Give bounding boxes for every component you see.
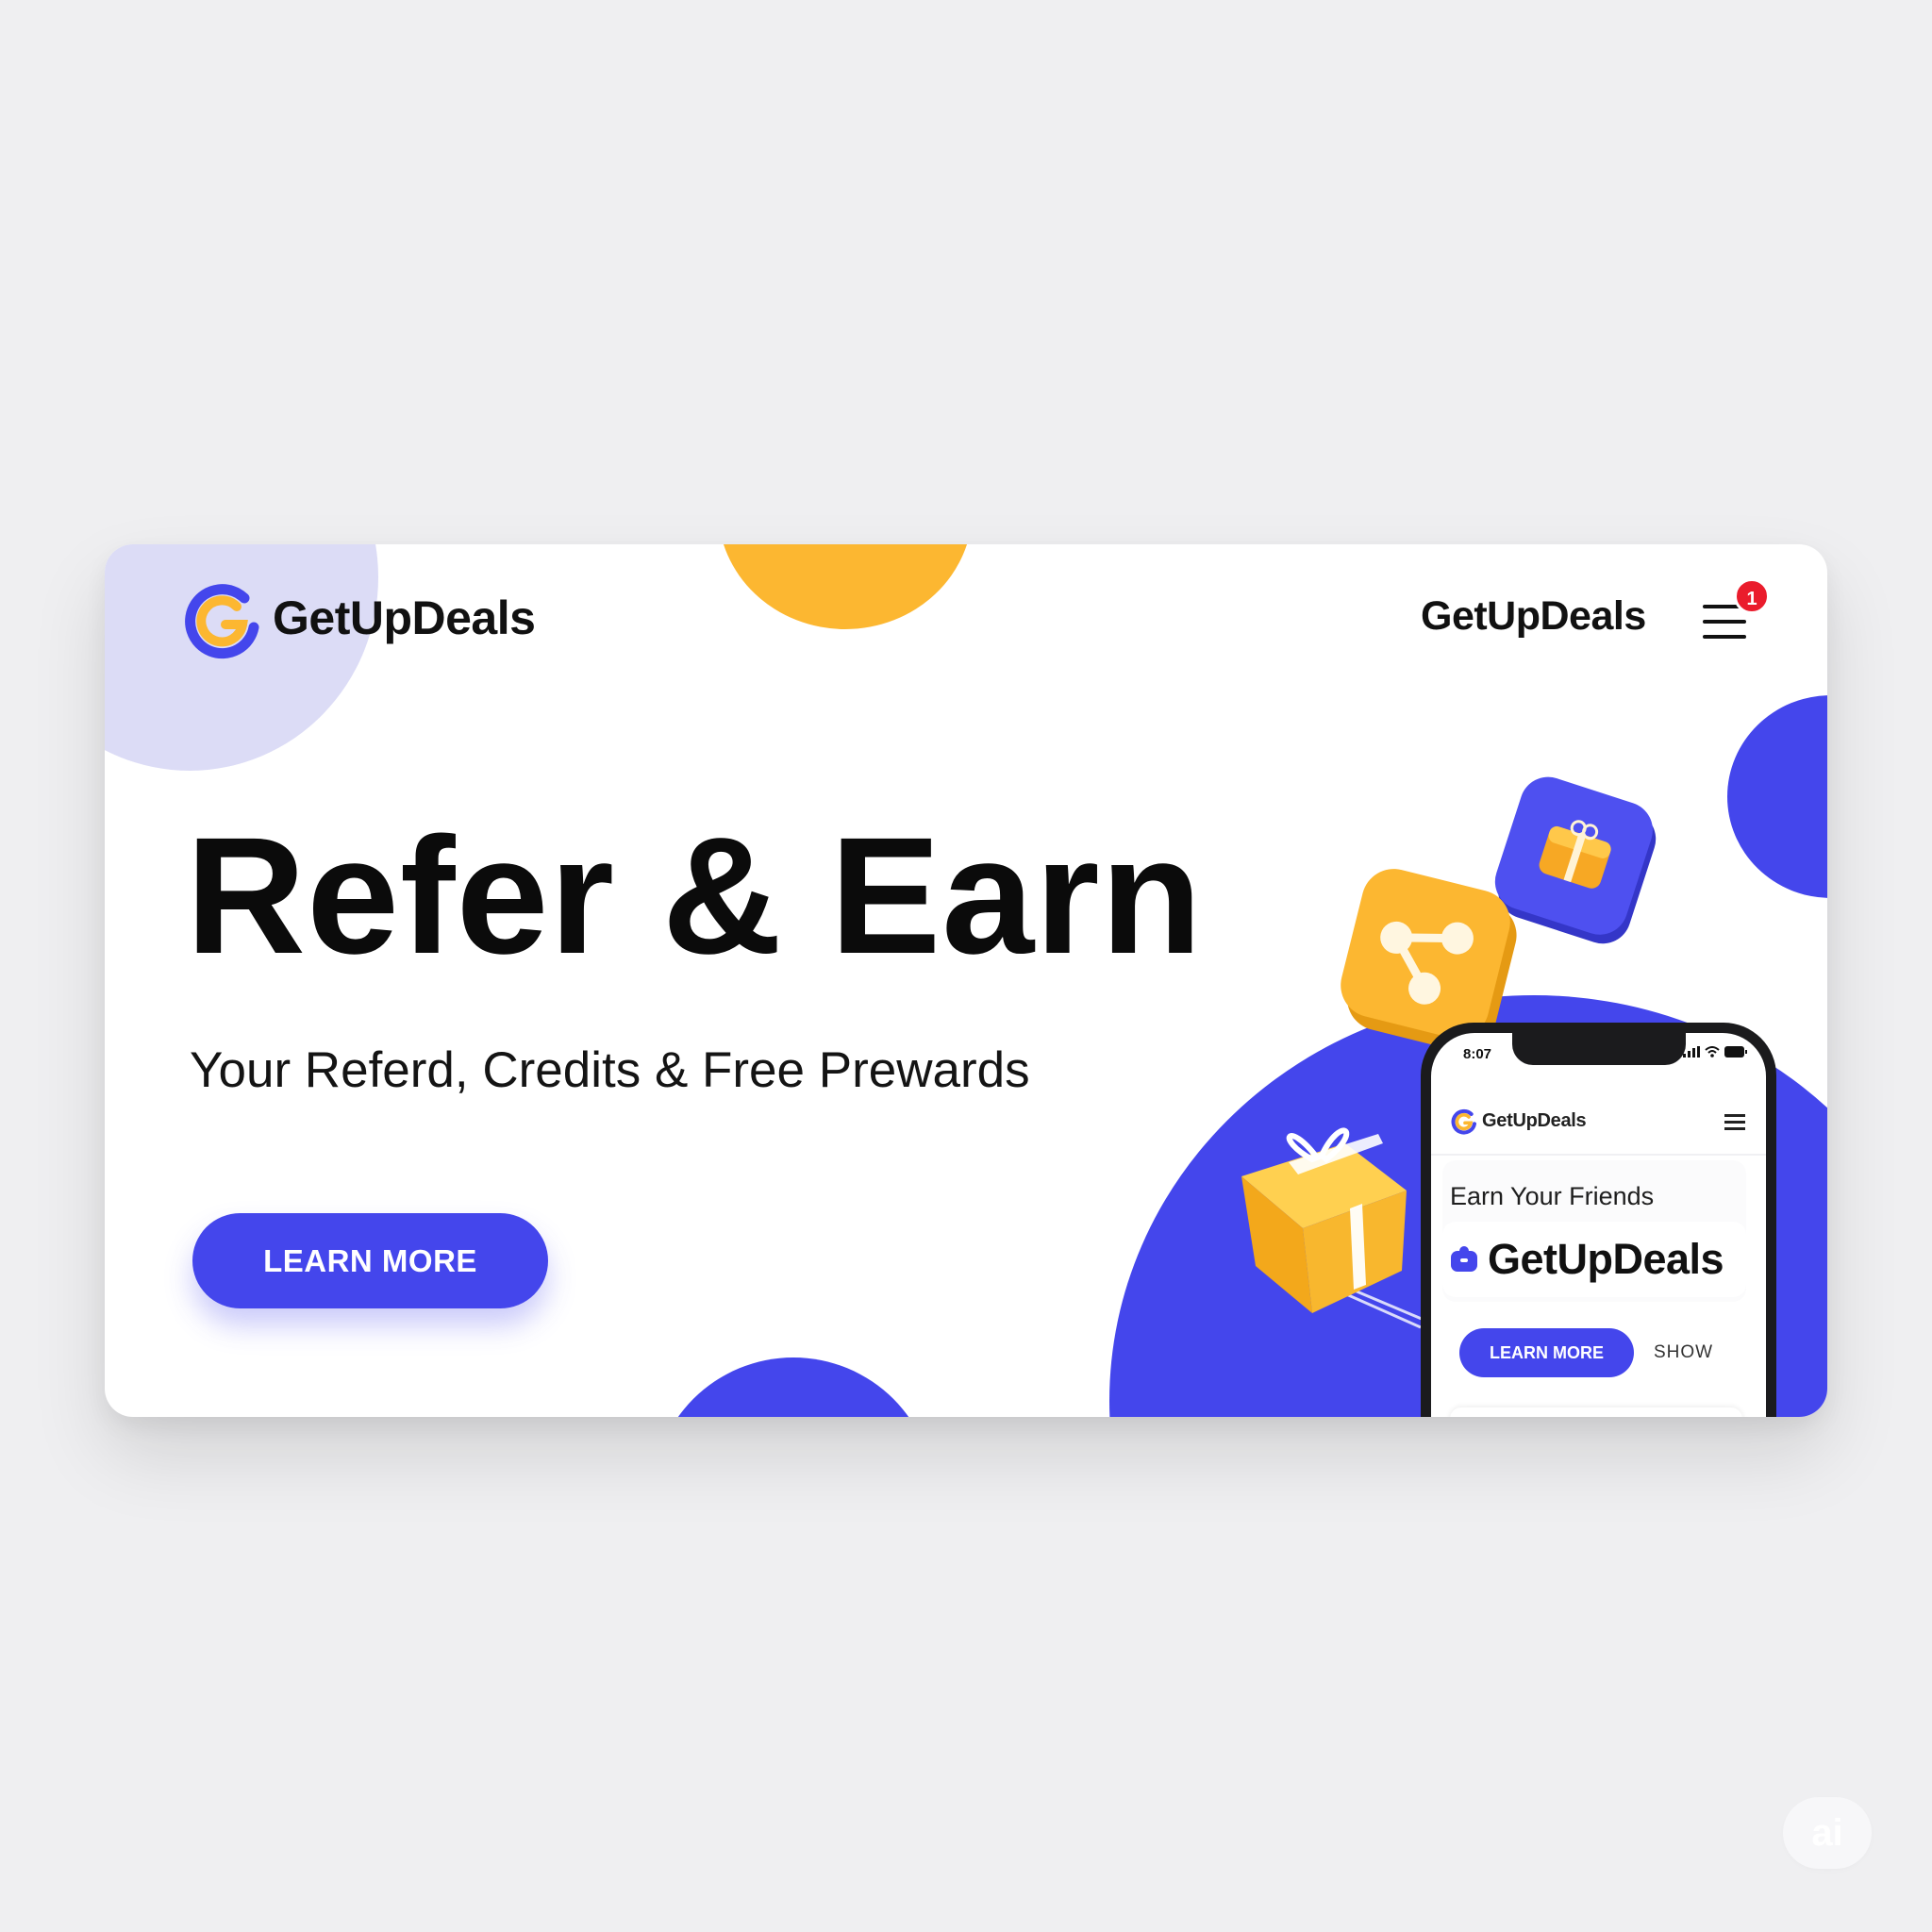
phone-brand-large: GetUpDeals <box>1488 1235 1724 1283</box>
wallet-icon <box>1451 1246 1477 1272</box>
blue-bottom-circle-decoration <box>652 1357 935 1417</box>
wifi-icon <box>1705 1046 1720 1058</box>
status-time: 8:07 <box>1463 1046 1492 1062</box>
g-logo-icon <box>1451 1108 1476 1135</box>
hero-subtitle: Your Referd, Credits & Free Prewards <box>190 1042 1030 1098</box>
phone-heading: Earn Your Friends <box>1450 1182 1655 1210</box>
gift-box-icon <box>1241 1127 1429 1329</box>
status-icons <box>1683 1046 1747 1058</box>
hero-title: Refer & Earn <box>186 804 1204 989</box>
brand-logo[interactable]: GetUpDeals <box>180 573 536 662</box>
phone-show-button[interactable]: SHOW <box>1654 1328 1713 1377</box>
ai-watermark-badge: ai <box>1783 1797 1872 1869</box>
phone-brand-block: GetUpDeals <box>1442 1222 1746 1297</box>
phone-screen: 8:07 GetUpDeals Earn Your Friends GetUpD… <box>1431 1033 1766 1417</box>
phone-brand-logo[interactable]: GetUpDeals <box>1450 1107 1587 1135</box>
phone-app-header: GetUpDeals <box>1431 1088 1766 1156</box>
signal-icon <box>1683 1046 1700 1058</box>
battery-icon <box>1724 1046 1747 1058</box>
phone-learn-more-button[interactable]: LEARN MORE <box>1459 1328 1634 1377</box>
phone-notch <box>1512 1033 1686 1065</box>
hero-banner-card: GetUpDeals GetUpDeals 1 Refer & Earn You… <box>105 544 1827 1417</box>
phone-hamburger-menu-icon[interactable] <box>1724 1114 1745 1131</box>
brand-name: GetUpDeals <box>273 591 536 644</box>
nav-brand-link[interactable]: GetUpDeals <box>1421 587 1646 645</box>
phone-mockup: 8:07 GetUpDeals Earn Your Friends GetUpD… <box>1421 1023 1776 1417</box>
blue-circle-decoration <box>1727 695 1827 898</box>
learn-more-button[interactable]: LEARN MORE <box>192 1213 548 1308</box>
phone-brand-name: GetUpDeals <box>1482 1109 1587 1131</box>
g-logo-icon <box>185 583 259 658</box>
notification-badge: 1 <box>1734 578 1770 614</box>
phone-list-card <box>1450 1407 1742 1417</box>
yellow-circle-decoration <box>718 544 973 629</box>
